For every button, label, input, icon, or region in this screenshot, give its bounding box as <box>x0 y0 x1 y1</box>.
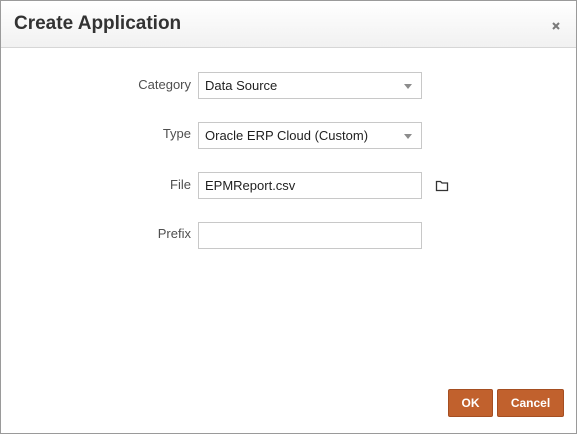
file-input[interactable]: EPMReport.csv <box>198 172 422 199</box>
prefix-label: Prefix <box>157 226 191 241</box>
dialog-header: Create Application <box>1 1 576 48</box>
cancel-button[interactable]: Cancel <box>497 389 564 417</box>
category-select[interactable]: Data Source <box>198 72 422 99</box>
type-value: Oracle ERP Cloud (Custom) <box>205 128 369 143</box>
folder-icon[interactable] <box>435 179 449 192</box>
category-value: Data Source <box>205 78 278 93</box>
file-label: File <box>170 177 191 192</box>
file-value: EPMReport.csv <box>205 178 296 193</box>
chevron-down-icon <box>404 84 412 89</box>
dialog-title: Create Application <box>14 13 182 34</box>
type-select[interactable]: Oracle ERP Cloud (Custom) <box>198 122 422 149</box>
create-application-dialog: Create Application Category Data Source … <box>0 0 577 434</box>
close-icon[interactable] <box>549 19 563 33</box>
chevron-down-icon <box>404 134 412 139</box>
category-label: Category <box>138 77 191 92</box>
ok-button[interactable]: OK <box>448 389 493 417</box>
prefix-input[interactable] <box>198 222 422 249</box>
type-label: Type <box>162 126 191 141</box>
